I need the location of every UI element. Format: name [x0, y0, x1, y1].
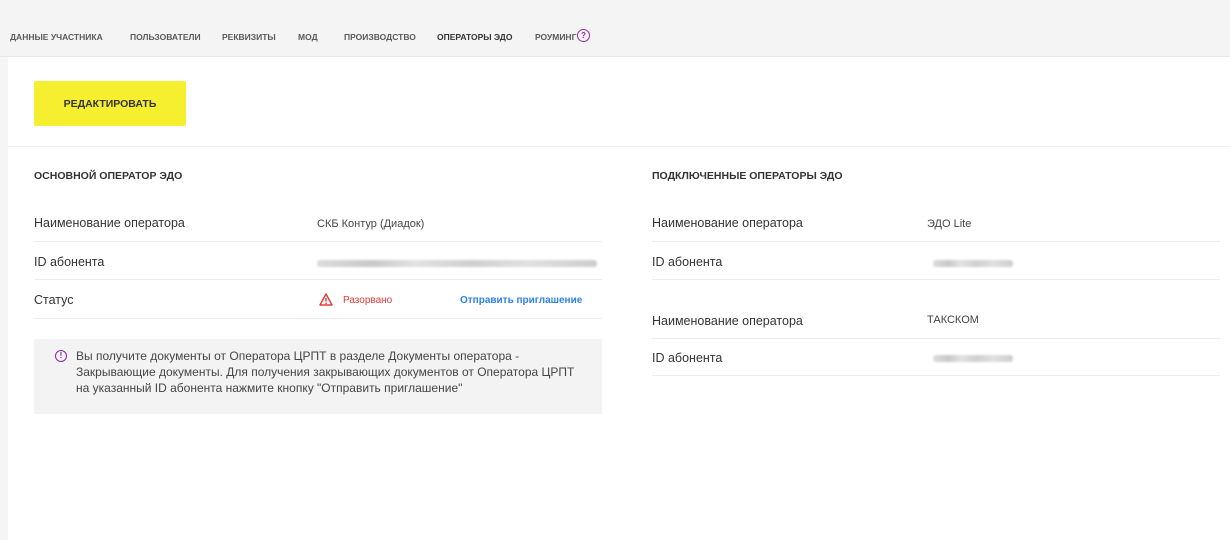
tab-edo-operators[interactable]: Операторы ЭДО: [437, 32, 512, 42]
divider: [652, 375, 1220, 376]
operator-name-value: СКБ Контур (Диадок): [317, 218, 425, 230]
tabs-bar: Данные участника Пользователи Реквизиты …: [0, 0, 1230, 57]
divider: [34, 318, 602, 319]
connected-operators-title: ПОДКЛЮЧЕННЫЕ ОПЕРАТОРЫ ЭДО: [652, 170, 843, 182]
help-icon[interactable]: ?: [577, 29, 590, 42]
content-panel: РЕДАКТИРОВАТЬ ОСНОВНОЙ ОПЕРАТОР ЭДО Наим…: [8, 57, 1230, 540]
subscriber-id-redacted: [933, 355, 1013, 362]
subscriber-id-redacted: [317, 260, 597, 267]
divider: [652, 338, 1220, 339]
operator-name-label: Наименование оператора: [652, 314, 803, 328]
info-box: ! Вы получите документы от Оператора ЦРП…: [34, 339, 602, 414]
tab-roaming[interactable]: Роуминг: [535, 32, 576, 42]
tab-requisites[interactable]: Реквизиты: [222, 32, 276, 42]
divider: [34, 279, 602, 280]
divider: [8, 146, 1230, 147]
info-text: Вы получите документы от Оператора ЦРПТ …: [76, 349, 575, 395]
operator-name-value: ТАКСКОМ: [927, 314, 979, 326]
status-value: Разорвано: [343, 295, 393, 306]
divider: [652, 241, 1220, 242]
warning-icon: [319, 293, 333, 306]
tab-participant-data[interactable]: Данные участника: [10, 32, 103, 42]
tab-users[interactable]: Пользователи: [130, 32, 201, 42]
send-invite-link[interactable]: Отправить приглашение: [460, 295, 582, 306]
operator-name-value: ЭДО Lite: [927, 218, 972, 230]
operator-name-label: Наименование оператора: [34, 216, 185, 230]
operator-name-label: Наименование оператора: [652, 216, 803, 230]
status-label: Статус: [34, 293, 74, 307]
subscriber-id-label: ID абонента: [652, 351, 723, 365]
main-operator-title: ОСНОВНОЙ ОПЕРАТОР ЭДО: [34, 170, 183, 182]
divider: [652, 279, 1220, 280]
divider: [34, 241, 602, 242]
edit-button[interactable]: РЕДАКТИРОВАТЬ: [34, 81, 186, 126]
info-icon: !: [55, 350, 67, 362]
subscriber-id-label: ID абонента: [652, 255, 723, 269]
subscriber-id-redacted: [933, 260, 1013, 267]
tab-production[interactable]: Производство: [344, 32, 416, 42]
subscriber-id-label: ID абонента: [34, 255, 105, 269]
tab-mod[interactable]: МОД: [298, 32, 318, 42]
